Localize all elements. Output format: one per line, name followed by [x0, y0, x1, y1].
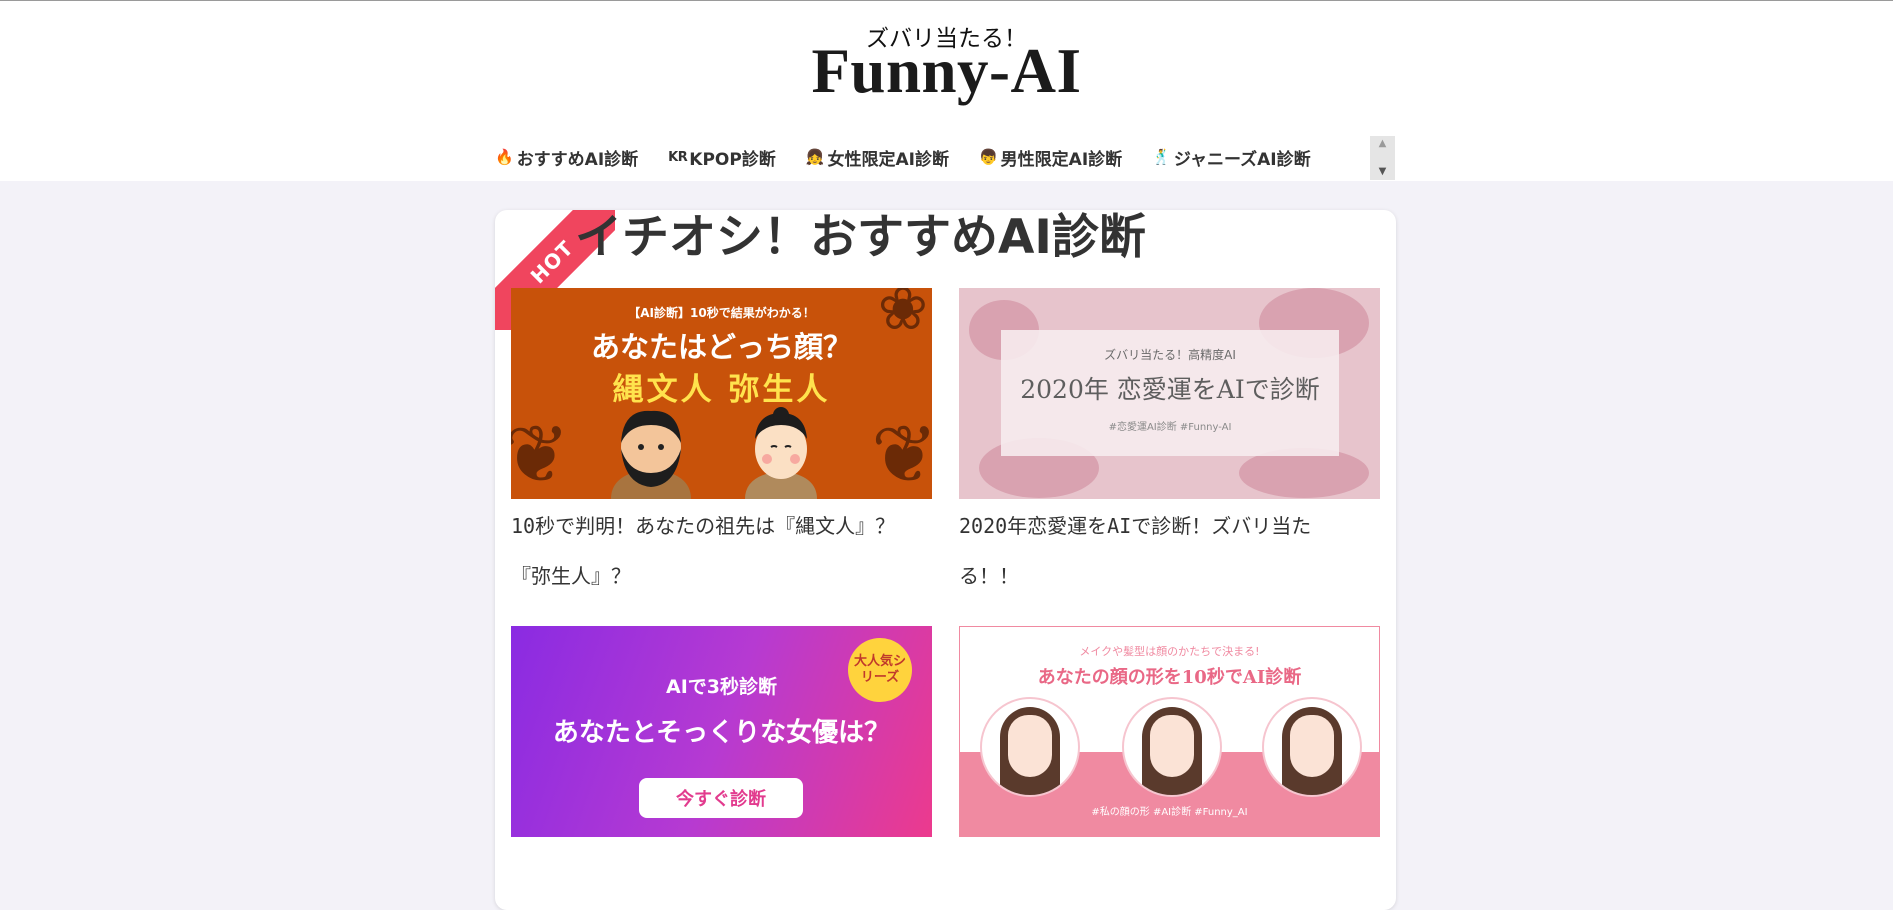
- girl-face-icon: 👧: [805, 147, 825, 166]
- article-card-love-fortune[interactable]: ズバリ当たる！高精度AI 2020年 恋愛運をAIで診断 #恋愛運AI診断 #F…: [959, 288, 1380, 601]
- leaf-decoration-icon: ❦: [870, 408, 932, 499]
- nav-item-kpop[interactable]: KR KPOP診断: [668, 145, 776, 170]
- thumbnail-subtitle: メイクや髪型は顔のかたちで決まる!: [1079, 645, 1260, 658]
- thumbnail-title: あなたとそっくりな女優は？: [552, 718, 891, 748]
- thumbnail-subtitle: AIで3秒診断: [666, 676, 777, 698]
- site-logo[interactable]: Funny-AI: [0, 35, 1893, 108]
- diagnose-now-button[interactable]: 今すぐ診断: [639, 778, 803, 818]
- scroll-down-icon[interactable]: ▼: [1379, 164, 1387, 180]
- thumbnail-hashtags: #私の顔の形 #AI診断 #Funny_AI: [1091, 807, 1248, 818]
- thumbnail-panel: ズバリ当たる！高精度AI 2020年 恋愛運をAIで診断 #恋愛運AI診断 #F…: [1001, 330, 1339, 456]
- face-illustration: [980, 697, 1080, 797]
- article-title-line: 2020年恋愛運をAIで診断！ズバリ当た: [959, 514, 1312, 538]
- section-title: イチオシ！おすすめAI診断: [575, 210, 1146, 265]
- nav-item-label: おすすめAI診断: [516, 149, 639, 170]
- thumbnail-hashtags: #恋愛運AI診断 #Funny-AI: [1108, 422, 1232, 433]
- nav-item-label: KPOP診断: [689, 149, 776, 170]
- nav-item-label: 女性限定AI診断: [827, 149, 949, 170]
- boy-face-icon: 👦: [978, 147, 998, 166]
- article-title[interactable]: 10秒で判明！あなたの祖先は『縄文人』？ 『弥生人』？: [511, 501, 932, 601]
- thumbnail-title: あなたはどっち顔？: [590, 330, 852, 364]
- thumbnail-subtitle: ズバリ当たる！高精度AI: [1104, 348, 1236, 362]
- thumbnail-subtitle: 【AI診断】10秒で結果がわかる！: [628, 306, 815, 320]
- face-illustration: [1262, 697, 1362, 797]
- article-thumbnail[interactable]: ❦ ❦ ❀ 【AI診断】10秒で結果がわかる！ あなたはどっち顔？ 縄文人 弥生…: [511, 288, 932, 499]
- thumbnail-title: 2020年 恋愛運をAIで診断: [1020, 375, 1320, 404]
- category-nav: 🔥 おすすめAI診断 KR KPOP診断 👧 女性限定AI診断 👦 男性限定AI…: [495, 134, 1395, 180]
- article-card-face-shape[interactable]: メイクや髪型は顔のかたちで決まる! あなたの顔の形を10秒でAI診断 #私の顔の…: [959, 626, 1380, 837]
- yayoi-man-illustration: [745, 407, 817, 499]
- nav-item-men[interactable]: 👦 男性限定AI診断: [979, 145, 1122, 170]
- kr-flag-icon: KR: [668, 149, 688, 165]
- article-title-line: 10秒で判明！あなたの祖先は『縄文人』？: [511, 514, 896, 538]
- leaf-decoration-icon: ❦: [511, 408, 571, 499]
- dancer-icon: 🕺: [1152, 147, 1171, 166]
- thumbnail-title: あなたの顔の形を10秒でAI診断: [1037, 667, 1302, 688]
- article-card-jomon-yayoi[interactable]: ❦ ❦ ❀ 【AI診断】10秒で結果がわかる！ あなたはどっち顔？ 縄文人 弥生…: [511, 288, 932, 601]
- nav-item-recommended[interactable]: 🔥 おすすめAI診断: [495, 145, 638, 170]
- article-thumbnail[interactable]: メイクや髪型は顔のかたちで決まる! あなたの顔の形を10秒でAI診断 #私の顔の…: [959, 626, 1380, 837]
- jomon-man-illustration: [611, 410, 691, 499]
- nav-item-johnnys[interactable]: 🕺 ジャニーズAI診断: [1152, 145, 1310, 170]
- article-card-actress-lookalike[interactable]: 大人気シリーズ AIで3秒診断 あなたとそっくりな女優は？ 今すぐ診断: [511, 626, 932, 837]
- article-title-line: る！！: [959, 564, 1019, 588]
- nav-item-women[interactable]: 👧 女性限定AI診断: [806, 145, 949, 170]
- thumbnail-accent: 縄文人 弥生人: [612, 372, 831, 408]
- article-title-line: 『弥生人』？: [511, 564, 631, 588]
- article-thumbnail[interactable]: 大人気シリーズ AIで3秒診断 あなたとそっくりな女優は？ 今すぐ診断: [511, 626, 932, 837]
- nav-scrollbar[interactable]: ▲ ▼: [1370, 136, 1395, 180]
- fire-icon: 🔥: [495, 147, 514, 166]
- article-title[interactable]: 2020年恋愛運をAIで診断！ズバリ当た る！！: [959, 501, 1380, 601]
- scroll-up-icon[interactable]: ▲: [1379, 136, 1387, 152]
- face-illustration: [1122, 697, 1222, 797]
- article-thumbnail[interactable]: ズバリ当たる！高精度AI 2020年 恋愛運をAIで診断 #恋愛運AI診断 #F…: [959, 288, 1380, 499]
- recommended-section: HOT イチオシ！おすすめAI診断 ❦ ❦ ❀ 【AI診断】10秒で結果がわかる…: [495, 210, 1396, 910]
- nav-item-label: ジャニーズAI診断: [1173, 149, 1311, 170]
- nav-item-label: 男性限定AI診断: [1000, 149, 1123, 170]
